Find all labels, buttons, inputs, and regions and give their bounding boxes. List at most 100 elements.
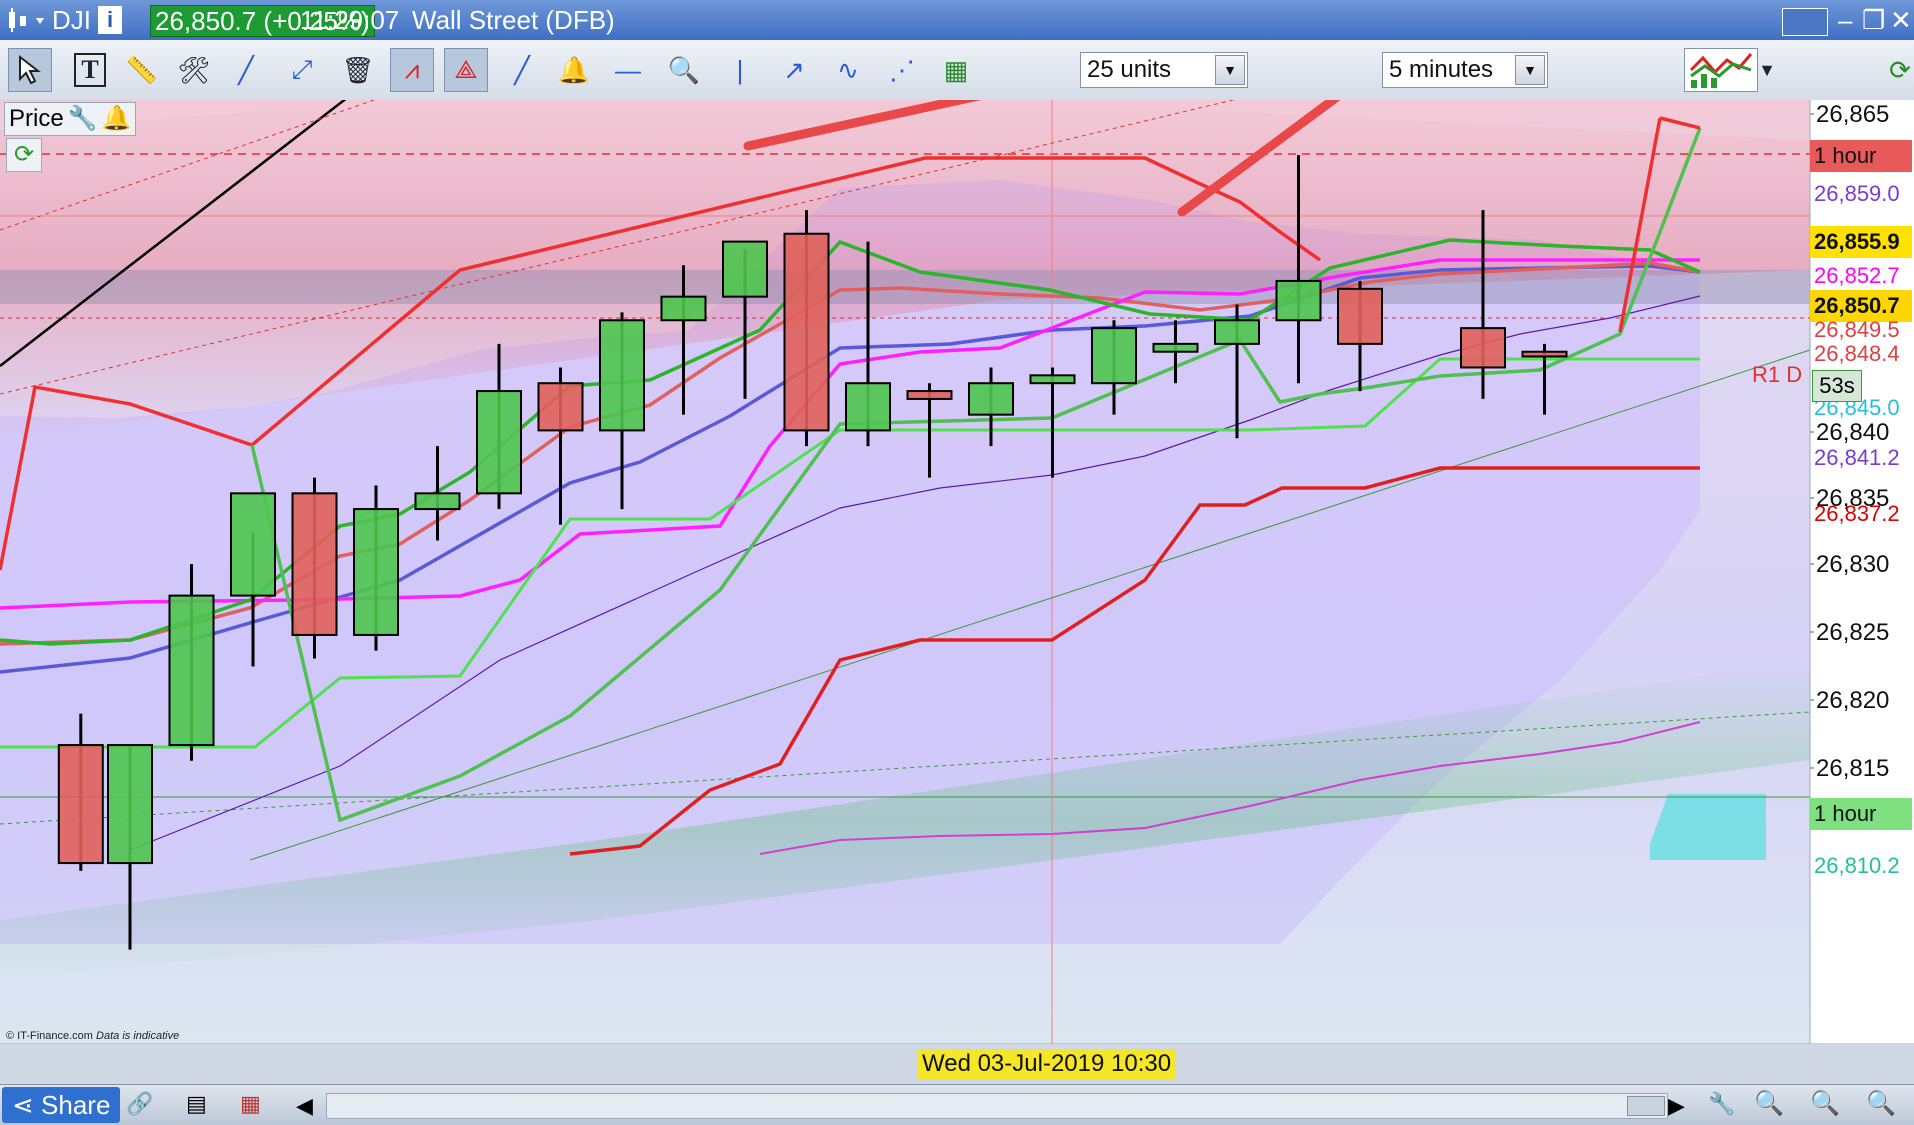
price-tag: 26,848.4 xyxy=(1814,341,1900,366)
gann-icon[interactable]: ▦ xyxy=(934,48,978,92)
chevron-down-icon[interactable]: ▼ xyxy=(1215,55,1245,85)
r1-label: R1 D xyxy=(1752,362,1803,387)
price-tag: 1 hour xyxy=(1810,798,1912,830)
candle-body-up xyxy=(1152,342,1199,353)
interval-select-value: 5 minutes xyxy=(1389,56,1494,83)
channel-icon[interactable]: ⟁ xyxy=(444,48,488,92)
fibonacci-icon[interactable]: ╱ xyxy=(224,48,268,92)
scroll-left-icon[interactable]: ◀ xyxy=(296,1093,313,1119)
candle-body-up xyxy=(353,508,399,636)
zigzag-icon[interactable]: ∿ xyxy=(826,48,870,92)
drawing-toolbar: T 📏 🛠 ╱ ⤢ 🗑 ⩘ ⟁ ╱ 🔔 — 🔍 | ↗ ∿ ⋰ ▦ 25 uni… xyxy=(0,40,1914,101)
candle-body-up xyxy=(968,382,1014,416)
bell-icon[interactable]: 🔔 xyxy=(102,104,132,134)
price-tag: 26,841.2 xyxy=(1814,445,1900,470)
text-tool-icon[interactable]: T xyxy=(68,48,112,92)
zoom-icon[interactable]: 🔍 xyxy=(662,48,706,92)
scroll-right-icon[interactable]: ▶ xyxy=(1668,1093,1685,1119)
pointer-tool-icon[interactable] xyxy=(8,48,52,92)
candle-body-down xyxy=(1460,327,1506,369)
tools-icon[interactable]: 🛠 xyxy=(172,48,216,92)
trend-line-icon[interactable]: ⩘ xyxy=(390,48,434,92)
scrollbar-thumb[interactable] xyxy=(1627,1096,1665,1116)
share-icon: ⋖ xyxy=(12,1090,34,1120)
fan-icon[interactable]: ⋰ xyxy=(880,48,924,92)
interval-select[interactable]: 5 minutes ▼ xyxy=(1382,52,1548,88)
panel-label: Price xyxy=(9,105,64,132)
candle-body-up xyxy=(107,744,153,865)
candle-body-up xyxy=(845,382,891,432)
indicators-icon[interactable] xyxy=(1684,48,1758,92)
candle xyxy=(291,477,338,659)
clock-time: 11:29:07 xyxy=(300,5,400,35)
price-tag: 26,810.2 xyxy=(1814,853,1900,878)
candle-body-down xyxy=(57,744,104,865)
copyright-note: © IT-Finance.com Data is indicative xyxy=(6,1030,180,1042)
share-button[interactable]: ⋖ Share xyxy=(2,1087,120,1123)
units-select-value: 25 units xyxy=(1087,56,1172,83)
candle-body-up xyxy=(722,240,768,298)
title-bar: DJI i 26,850.7 (+0.25%) 11:29:07 Wall St… xyxy=(0,0,1914,40)
candle-body-down xyxy=(1521,350,1568,358)
chart-area[interactable]: 26,865 26,840 26,835 26,830 26,825 26,820 26,8… xyxy=(0,48,1914,1077)
candle-body-up xyxy=(168,594,215,747)
chevron-down-icon[interactable]: ▼ xyxy=(1756,48,1778,92)
candle-body-down xyxy=(783,232,830,432)
wrench-icon[interactable]: 🔧 xyxy=(68,104,98,134)
candle-body-down xyxy=(906,390,953,400)
ray-icon[interactable]: ↗ xyxy=(772,48,816,92)
units-select[interactable]: 25 units ▼ xyxy=(1080,52,1248,88)
zoom-out-icon[interactable]: 🔍 xyxy=(1810,1089,1840,1118)
chart-type-icon[interactable] xyxy=(6,6,46,41)
price-tag: 26,859.0 xyxy=(1814,181,1900,206)
chevron-down-icon[interactable]: ▼ xyxy=(1515,55,1545,85)
price-tag: 26,852.7 xyxy=(1814,263,1900,288)
sync-icon[interactable]: ⟳ xyxy=(6,138,42,172)
table-icon[interactable]: ▤ xyxy=(186,1091,207,1117)
trash-icon[interactable]: 🗑 xyxy=(336,48,380,92)
candle xyxy=(783,210,830,447)
keyboard-icon[interactable] xyxy=(1782,8,1828,36)
candle-body-up xyxy=(230,492,276,597)
instrument-name: Wall Street (DFB) xyxy=(412,5,615,35)
zoom-fit-icon[interactable]: 🔍 xyxy=(1754,1089,1784,1118)
price-tag: 26,837.2 xyxy=(1814,501,1900,526)
candle-body-up xyxy=(414,492,461,511)
close-icon[interactable]: ✕ xyxy=(1890,4,1912,36)
line-tool-icon[interactable]: ╱ xyxy=(500,48,544,92)
chart-panel-header[interactable]: Price 🔧 🔔 xyxy=(4,102,137,136)
price-tick-label: 26,865 xyxy=(1816,101,1889,128)
zoom-in-icon[interactable]: 🔍 xyxy=(1866,1089,1896,1118)
symbol-label[interactable]: DJI xyxy=(52,4,91,36)
crosshair-date-tag: Wed 03-Jul-2019 10:30 xyxy=(918,1049,1176,1079)
vertical-line-icon[interactable]: | xyxy=(718,48,762,92)
settings-icon[interactable]: 🔧 xyxy=(1708,1091,1735,1117)
restore-icon[interactable]: ❐ xyxy=(1862,4,1885,36)
grid-icon[interactable]: ▦ xyxy=(240,1091,261,1117)
minimize-icon[interactable]: ‒ xyxy=(1838,4,1852,36)
candle-body-up xyxy=(1214,319,1260,345)
candle-countdown: 53s xyxy=(1812,370,1862,402)
candle-body-up xyxy=(599,319,645,432)
link-icon[interactable]: 🔗 xyxy=(126,1091,153,1117)
candle-body-down xyxy=(537,382,584,432)
refresh-icon[interactable]: ⟳ xyxy=(1886,48,1914,92)
price-tag: 1 hour xyxy=(1810,140,1912,172)
price-tick-label: 26,830 xyxy=(1816,551,1889,578)
volume-area xyxy=(1650,794,1766,860)
candle-body-down xyxy=(1337,287,1383,345)
price-tick-label: 26,825 xyxy=(1816,619,1889,646)
price-tick-label: 26,815 xyxy=(1816,755,1889,782)
price-chart[interactable]: 26,86526,84026,83526,83026,82526,82026,8… xyxy=(0,48,1914,1077)
ruler-tool-icon[interactable]: 📏 xyxy=(120,48,164,92)
alert-bell-icon[interactable]: 🔔 xyxy=(552,48,596,92)
bottom-bar: ⋖ Share 🔗 ▤ ▦ ◀ ▶ 🔧 🔍 🔍 🔍 xyxy=(0,1084,1914,1125)
horizontal-scrollbar[interactable] xyxy=(326,1093,1668,1119)
info-icon[interactable]: i xyxy=(98,6,122,34)
resize-arrows-icon[interactable]: ⤢ xyxy=(280,48,324,92)
candle-body-up xyxy=(476,390,522,495)
horizontal-line-icon[interactable]: — xyxy=(606,48,650,92)
candle-body-up xyxy=(660,295,707,322)
candle xyxy=(353,485,399,651)
candle-body-up xyxy=(1275,279,1322,322)
